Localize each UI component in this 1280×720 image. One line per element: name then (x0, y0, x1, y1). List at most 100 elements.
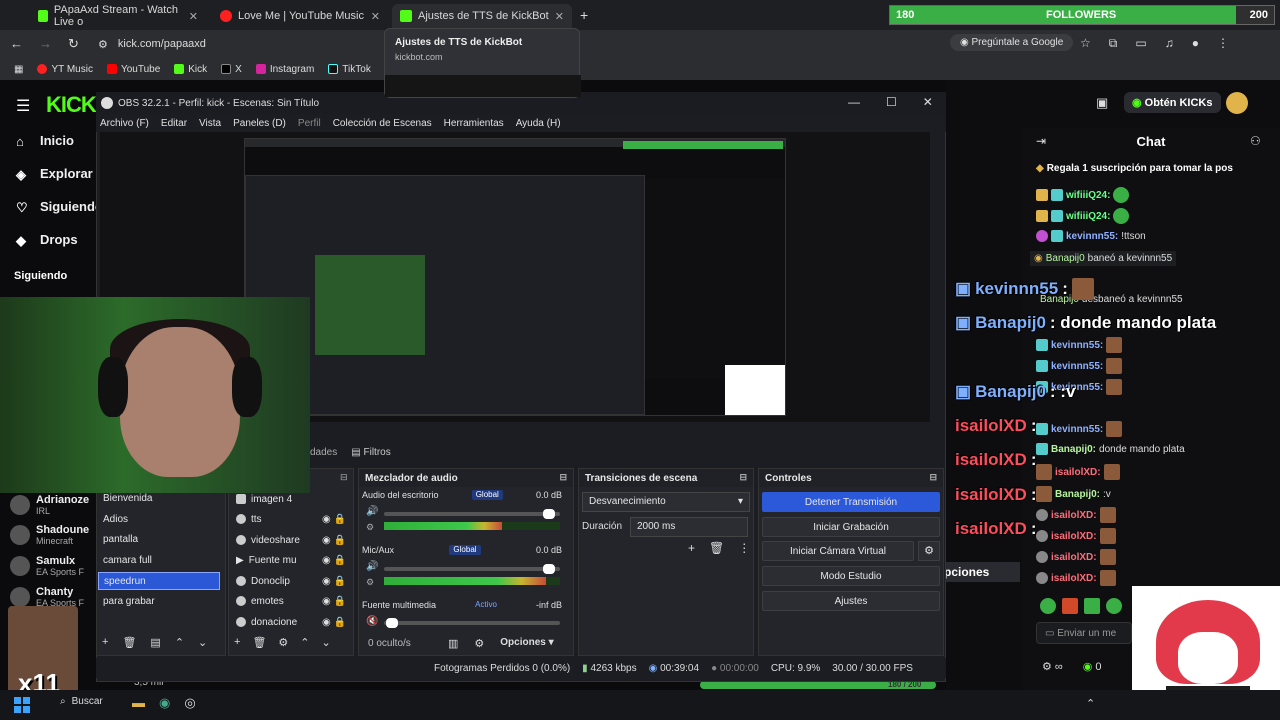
mixer-options-button[interactable]: Opciones ▾ (500, 637, 553, 650)
menu-perfil[interactable]: Perfil (298, 118, 321, 129)
start-virtual-camera-button[interactable]: Iniciar Cámara Virtual (762, 541, 914, 561)
close-icon[interactable]: ✕ (189, 10, 198, 23)
visibility-eye-icon[interactable]: ◉ 🔒 (322, 514, 346, 525)
add-source-icon[interactable]: + (234, 636, 240, 649)
tab-youtube-music[interactable]: Love Me | YouTube Music ✕ (212, 4, 388, 28)
chat-user[interactable]: kevinnn55: (1066, 231, 1118, 242)
chat-user[interactable]: wifiiiQ24: (1066, 190, 1110, 201)
menu-editar[interactable]: Editar (161, 118, 187, 129)
tab-kickbot[interactable]: Ajustes de TTS de KickBot ✕ (392, 4, 572, 28)
profile-icon[interactable]: ● (1192, 36, 1199, 51)
transition-menu-icon[interactable]: ⋮ (738, 541, 750, 555)
gift-icon[interactable]: ▣ (1096, 95, 1108, 111)
duration-input[interactable]: 2000 ms (630, 517, 748, 537)
tab-properties[interactable]: dades (310, 447, 337, 458)
mixer-settings-icon[interactable]: ⚙ (474, 637, 484, 650)
bookmark-kick[interactable]: Kick (174, 64, 207, 75)
chat-user[interactable]: isailolXD: (1051, 573, 1097, 584)
bookmark-yt-music[interactable]: YT Music (37, 64, 93, 75)
muted-speaker-icon[interactable]: 🔇 (366, 616, 378, 627)
visibility-eye-icon[interactable]: ◉ 🔒 (322, 596, 346, 607)
close-window-icon[interactable]: ✕ (923, 95, 933, 109)
visibility-eye-icon[interactable]: ◉ 🔒 (322, 535, 346, 546)
following-channel[interactable]: Adrianoze IRL (10, 494, 89, 516)
chat-user[interactable]: kevinnn55: (1051, 361, 1103, 372)
star-icon[interactable]: ☆ (1080, 36, 1091, 51)
menu-paneles[interactable]: Paneles (D) (233, 118, 286, 129)
remove-source-icon[interactable]: 🗑 (252, 636, 266, 649)
scene-item[interactable]: camara full (98, 552, 220, 570)
emote-icon[interactable] (1040, 598, 1056, 614)
speaker-icon[interactable]: 🔊 (366, 561, 378, 572)
forward-icon[interactable]: → (39, 36, 52, 52)
nav-inicio[interactable]: ⌂ Inicio (16, 133, 74, 149)
move-down-icon[interactable]: ⌄ (322, 636, 331, 649)
popout-icon[interactable]: ⊟ (340, 472, 348, 483)
source-settings-icon[interactable]: ⚙ (278, 636, 288, 649)
add-transition-icon[interactable]: + (688, 541, 695, 555)
bookmark-instagram[interactable]: Instagram (255, 64, 314, 75)
tray-chevron-icon[interactable]: ⌃ (1086, 697, 1095, 710)
source-item[interactable]: emotes ◉ 🔒 (236, 592, 346, 610)
popout-icon[interactable]: ⊟ (739, 472, 747, 483)
bookmark-x[interactable]: X (221, 64, 242, 75)
windows-start-icon[interactable] (14, 697, 30, 713)
remove-transition-icon[interactable]: 🗑 (709, 541, 724, 555)
emote-icon[interactable] (1062, 598, 1078, 614)
stream-preview[interactable] (244, 138, 786, 416)
chat-user[interactable]: wifiiiQ24: (1066, 211, 1110, 222)
menu-vista[interactable]: Vista (199, 118, 221, 129)
nav-explorar[interactable]: ◈ Explorar (16, 166, 93, 182)
visibility-eye-icon[interactable]: ◉ 🔒 (322, 576, 346, 587)
volume-knob[interactable] (543, 509, 555, 519)
menu-ayuda[interactable]: Ayuda (H) (516, 118, 561, 129)
settings-button[interactable]: Ajustes (762, 591, 940, 611)
minimize-icon[interactable]: — (848, 95, 860, 109)
tab-filters[interactable]: ▤ Filtros (351, 447, 390, 458)
chat-user[interactable]: isailolXD: (1051, 552, 1097, 563)
new-tab-icon[interactable]: + (580, 7, 588, 23)
kick-logo[interactable]: KICK (46, 92, 97, 118)
channel-settings-icon[interactable]: ⚙ (366, 522, 374, 533)
scene-filters-icon[interactable]: ▤ (150, 636, 160, 649)
settings-icon[interactable]: ⚙ ∞ (1042, 660, 1063, 673)
transition-select[interactable]: Desvanecimiento ▾ (582, 492, 750, 512)
chat-user[interactable]: kevinnn55: (1051, 424, 1103, 435)
chat-users-icon[interactable]: ⚇ (1250, 134, 1261, 148)
extensions-icon[interactable]: ⧉ (1109, 36, 1118, 51)
scene-item[interactable]: Adios (98, 511, 220, 529)
studio-mode-button[interactable]: Modo Estudio (762, 566, 940, 586)
scene-item-selected[interactable]: speedrun (98, 572, 220, 590)
source-item[interactable]: ▶ Fuente mu ◉ 🔒 (236, 551, 346, 569)
taskbar-search[interactable]: ⌕ Buscar (60, 696, 103, 707)
kicks-balance[interactable]: ◉ 0 (1083, 660, 1102, 673)
visibility-eye-icon[interactable]: ◉ 🔒 (322, 555, 346, 566)
nav-siguiendo[interactable]: ♡ Siguiendo (16, 199, 103, 215)
start-recording-button[interactable]: Iniciar Grabación (762, 517, 940, 537)
chat-user[interactable]: isailolXD: (1051, 510, 1097, 521)
chat-user[interactable]: Banapij0: (1051, 444, 1096, 455)
source-item[interactable]: Donoclip ◉ 🔒 (236, 572, 346, 590)
move-up-icon[interactable]: ⌃ (175, 636, 184, 649)
layout-toggle-icon[interactable]: ▥ (448, 637, 458, 650)
get-kicks-button[interactable]: ◉ Obtén KICKs (1124, 92, 1221, 113)
nav-drops[interactable]: ◆ Drops (16, 232, 78, 248)
back-icon[interactable]: ← (10, 36, 23, 52)
source-item[interactable]: videoshare ◉ 🔒 (236, 531, 346, 549)
options-button[interactable]: pciones (944, 562, 1020, 582)
move-down-icon[interactable]: ⌄ (198, 636, 207, 649)
volume-knob[interactable] (386, 618, 398, 628)
reload-icon[interactable]: ↻ (68, 36, 79, 52)
close-icon[interactable]: ✕ (371, 10, 380, 23)
move-up-icon[interactable]: ⌃ (300, 636, 309, 649)
obs-taskbar-icon[interactable]: ◎ (184, 695, 195, 711)
menu-archivo[interactable]: Archivo (F) (100, 118, 149, 129)
menu-dots-icon[interactable]: ⋮ (1217, 36, 1229, 51)
chat-user[interactable]: kevinnn55: (1051, 340, 1103, 351)
popout-icon[interactable]: ⊟ (929, 472, 937, 483)
bookmark-youtube[interactable]: YouTube (106, 64, 160, 75)
close-icon[interactable]: ✕ (555, 10, 564, 23)
bookmark-tiktok[interactable]: TikTok (328, 64, 371, 75)
tab-kick-stream[interactable]: PApaAxd Stream - Watch Live o ✕ (30, 4, 206, 28)
chat-user[interactable]: isailolXD: (1051, 531, 1097, 542)
